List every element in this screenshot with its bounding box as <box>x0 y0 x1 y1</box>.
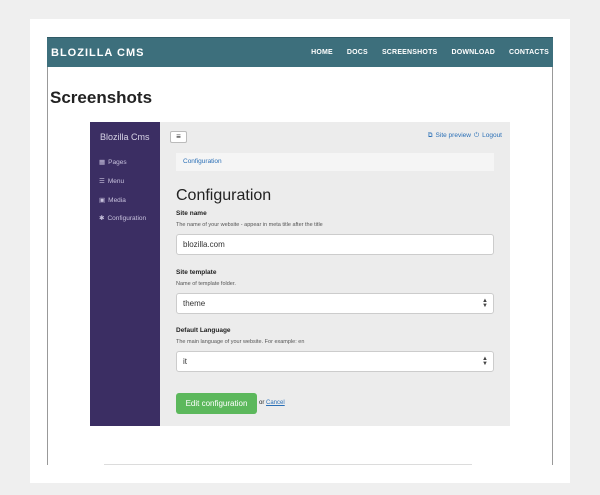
sidebar-item-label: Pages <box>108 158 127 166</box>
default-language-value: it <box>183 357 187 366</box>
frame-border-left <box>47 67 48 465</box>
page-title: Screenshots <box>50 88 153 107</box>
select-arrows-icon: ▲ ▼ <box>482 356 488 367</box>
site-brand[interactable]: BLOZILLA CMS <box>51 47 144 59</box>
site-name-label: Site name <box>176 210 207 217</box>
hamburger-icon: ≡ <box>176 132 181 141</box>
external-link-icon: ⧉ <box>427 132 433 139</box>
site-template-value: theme <box>183 299 206 308</box>
top-navbar: BLOZILLA CMS HOME DOCS SCREENSHOTS DOWNL… <box>47 37 553 67</box>
breadcrumb: Configuration <box>176 153 494 171</box>
sidebar-item-label: Configuration <box>107 214 147 222</box>
frame-border-right <box>552 67 553 465</box>
nav-docs[interactable]: DOCS <box>347 49 368 56</box>
sidebar-item-configuration[interactable]: ✱ Configuration <box>99 214 147 223</box>
site-name-value: blozilla.com <box>183 240 225 249</box>
menu-icon: ☰ <box>99 178 105 185</box>
site-name-input[interactable]: blozilla.com <box>176 234 494 255</box>
site-template-select[interactable]: theme ▲ ▼ <box>176 293 494 314</box>
nav-screenshots[interactable]: SCREENSHOTS <box>382 49 438 56</box>
cms-screenshot: Blozilla Cms ▦ Pages ☰ Menu ▣ Media ✱ Co… <box>90 122 510 426</box>
or-text: or <box>259 400 265 406</box>
select-arrows-icon: ▲ ▼ <box>482 298 488 309</box>
image-icon: ▣ <box>99 197 106 204</box>
nav-home[interactable]: HOME <box>311 49 333 56</box>
breadcrumb-configuration[interactable]: Configuration <box>183 158 222 165</box>
nav-contacts[interactable]: CONTACTS <box>509 49 549 56</box>
section-divider <box>104 464 472 465</box>
site-template-label: Site template <box>176 269 217 276</box>
site-preview-link[interactable]: Site preview <box>436 132 471 140</box>
gear-icon: ✱ <box>99 215 105 222</box>
sidebar-item-pages[interactable]: ▦ Pages <box>99 158 127 167</box>
default-language-label: Default Language <box>176 327 231 334</box>
sidebar-toggle-button[interactable]: ≡ <box>170 131 187 143</box>
default-language-select[interactable]: it ▲ ▼ <box>176 351 494 372</box>
top-links: ⧉ Site preview ⏻ Logout <box>428 132 502 140</box>
power-icon: ⏻ <box>473 132 480 139</box>
or-cancel: or Cancel <box>259 400 285 406</box>
cms-brand[interactable]: Blozilla Cms <box>100 132 150 142</box>
site-template-help: Name of template folder. <box>176 281 236 287</box>
cancel-link[interactable]: Cancel <box>266 400 285 406</box>
default-language-help: The main language of your website. For e… <box>176 339 305 345</box>
cms-sidebar: Blozilla Cms ▦ Pages ☰ Menu ▣ Media ✱ Co… <box>90 122 160 426</box>
edit-configuration-button[interactable]: Edit configuration <box>176 393 257 414</box>
nav-links: HOME DOCS SCREENSHOTS DOWNLOAD CONTACTS <box>311 49 549 56</box>
sidebar-item-menu[interactable]: ☰ Menu <box>99 177 125 186</box>
logout-link[interactable]: Logout <box>482 132 502 140</box>
sidebar-item-label: Media <box>108 196 126 204</box>
form-heading: Configuration <box>176 187 272 204</box>
site-name-help: The name of your website - appear in met… <box>176 222 323 228</box>
sidebar-item-media[interactable]: ▣ Media <box>99 196 126 205</box>
nav-download[interactable]: DOWNLOAD <box>451 49 495 56</box>
grid-icon: ▦ <box>99 159 106 166</box>
sidebar-item-label: Menu <box>107 177 125 185</box>
